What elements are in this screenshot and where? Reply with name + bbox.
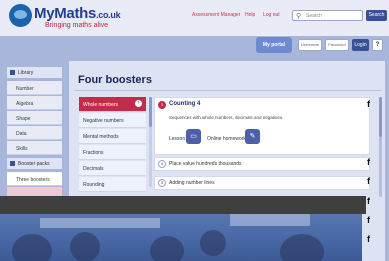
lesson-number-badge: 3 [158, 101, 166, 109]
row-title: Adding number lines [169, 180, 215, 186]
row-number-badge: 4 [158, 160, 166, 168]
mymaths-logo-icon[interactable] [9, 4, 32, 27]
sidebar-item-skills[interactable]: Skills [7, 141, 62, 155]
sidebar-item-four-boosters[interactable] [7, 187, 62, 196]
row-number-badge: 3 [158, 179, 166, 187]
lesson-button[interactable]: ▭ [186, 129, 201, 144]
monitor-icon: ▭ [190, 133, 197, 140]
sidebar-item-data[interactable]: Data [7, 126, 62, 140]
logout-link[interactable]: Log out [263, 12, 280, 18]
logo-title[interactable]: MyMaths.co.uk [34, 5, 121, 22]
sidebar-item-algebra[interactable]: Algebra [7, 96, 62, 110]
chevron-right-icon: › [135, 100, 142, 107]
facebook-icon[interactable]: f [367, 196, 370, 206]
lesson-label: Lesson [169, 136, 186, 142]
row-title: Place value hundreds thousands [169, 161, 242, 167]
topic-mental-methods[interactable]: Mental methods [79, 129, 146, 144]
lesson-title: Counting 4 [169, 101, 201, 107]
search-icon: ⚲ [296, 13, 302, 20]
overlay-bar [0, 196, 366, 214]
search-button[interactable]: Search [366, 10, 387, 21]
sidebar-item-shape[interactable]: Shape [7, 111, 62, 125]
page-title: Four boosters [78, 74, 152, 86]
username-field[interactable]: Username [298, 39, 322, 51]
facebook-icon[interactable]: f [367, 157, 370, 167]
logo-domain: .co.uk [96, 10, 121, 20]
library-icon [10, 70, 15, 75]
booster-icon [10, 161, 15, 166]
assessment-manager-link[interactable]: Assessment Manager [192, 12, 240, 18]
facebook-icon[interactable]: f [367, 99, 370, 109]
sidebar-item-three-boosters[interactable]: Three boosters [7, 172, 62, 186]
search-input[interactable]: ⚲ Search [292, 10, 363, 21]
logo-tagline: Bringing maths alive [45, 22, 109, 29]
sidebar-item-number[interactable]: Number [7, 81, 62, 95]
help-button[interactable]: ? [372, 39, 383, 51]
topic-fractions[interactable]: Fractions [79, 145, 146, 160]
topic-decimals[interactable]: Decimals [79, 161, 146, 176]
login-button[interactable]: Login [352, 39, 369, 51]
booster-packs-header: Booster packs [7, 158, 62, 169]
topic-whole-numbers[interactable]: Whole numbers › [79, 97, 146, 112]
homework-button[interactable]: ✎ [245, 129, 260, 144]
password-field[interactable]: Password [325, 39, 349, 51]
lesson-description: Sequences with whole numbers, decimals a… [169, 115, 284, 120]
pencil-icon: ✎ [249, 133, 256, 140]
content-scrollbar[interactable] [379, 97, 382, 197]
help-link[interactable]: Help [245, 12, 255, 18]
classroom-photo [0, 214, 362, 261]
title-divider [75, 90, 381, 91]
my-portal-label: My portal [256, 37, 292, 53]
topic-rounding[interactable]: Rounding [79, 177, 146, 192]
topic-negative-numbers[interactable]: Negative numbers [79, 113, 146, 128]
facebook-icon[interactable]: f [367, 215, 370, 225]
facebook-icon[interactable]: f [367, 234, 370, 244]
topic-list-scrollbar[interactable] [149, 97, 152, 187]
facebook-icon[interactable]: f [367, 176, 370, 186]
library-header: Library [7, 67, 62, 78]
online-homework-label: Online homework [207, 136, 246, 142]
